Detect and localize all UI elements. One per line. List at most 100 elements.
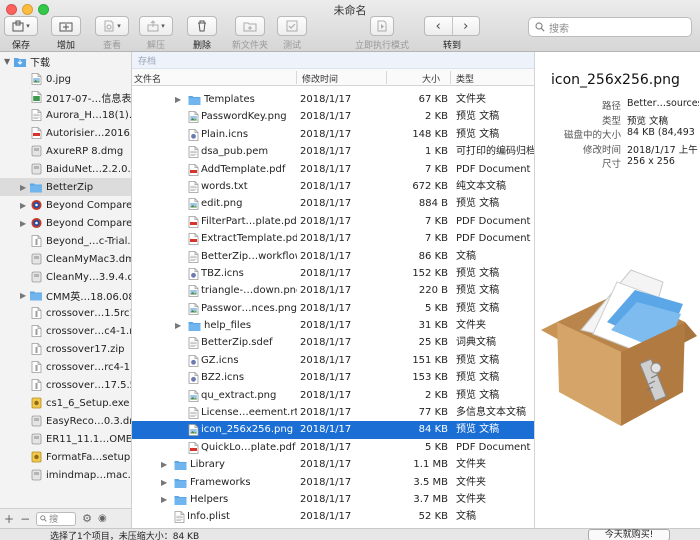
file-kind: 预览 文稿 <box>456 285 500 297</box>
folder-icon <box>30 289 42 301</box>
toolbar-button-extract[interactable]: ▾ <box>139 16 173 36</box>
file-row[interactable]: ▶ Frameworks 2018/1/17 3.5 MB 文件夹 <box>132 474 534 491</box>
sidebar-item[interactable]: cs1_6_Setup.exe <box>0 394 131 412</box>
toolbar-button-run-now[interactable] <box>370 16 394 36</box>
sidebar-item[interactable]: ▶ BetterZip <box>0 178 131 196</box>
disclosure-triangle-icon[interactable]: ▶ <box>20 219 26 228</box>
buy-now-button[interactable]: 今天就购买! <box>588 529 670 540</box>
text-file-icon <box>188 146 199 159</box>
disclosure-triangle-icon[interactable]: ▶ <box>161 474 167 491</box>
toolbar-button-view[interactable]: ▾ <box>95 16 129 36</box>
file-row[interactable]: ▶ help_files 2018/1/17 31 KB 文件夹 <box>132 317 534 334</box>
column-size[interactable]: 大小 <box>422 72 440 85</box>
search-field[interactable]: 搜索 <box>528 17 692 37</box>
sidebar-item[interactable]: crossover…17.5.5.z <box>0 376 131 394</box>
column-name[interactable]: 文件名 <box>134 72 161 85</box>
disclosure-triangle-icon[interactable]: ▶ <box>20 183 26 192</box>
file-row[interactable]: GZ.icns 2018/1/17 151 KB 预览 文稿 <box>132 352 534 369</box>
toolbar-item-view[interactable]: ▾ 查看 <box>90 16 134 52</box>
sidebar-item[interactable]: crossover17.zip <box>0 340 131 358</box>
file-row[interactable]: icon_256x256.png 2018/1/17 84 KB 预览 文稿 <box>132 421 534 439</box>
file-row[interactable]: ▶ Library 2018/1/17 1.1 MB 文件夹 <box>132 456 534 473</box>
disclosure-triangle-icon[interactable]: ▶ <box>20 291 26 300</box>
toolbar-button-save[interactable]: ▾ <box>4 16 38 36</box>
toolbar-item-test[interactable]: 测试 <box>270 16 314 52</box>
file-row[interactable]: triangle-…down.png 2018/1/17 220 B 预览 文稿 <box>132 282 534 299</box>
file-row[interactable]: Plain.icns 2018/1/17 148 KB 预览 文稿 <box>132 126 534 143</box>
eye-icon[interactable]: ◉ <box>98 513 107 524</box>
file-row[interactable]: FilterPart…plate.pdf 2018/1/17 7 KB PDF Doc… <box>132 213 534 230</box>
file-row[interactable]: License…eement.rtf 2018/1/17 77 KB 多信息文本文稿 <box>132 404 534 421</box>
file-row[interactable]: edit.png 2018/1/17 884 B 预览 文稿 <box>132 195 534 212</box>
forward-arrow-icon[interactable]: › <box>451 17 480 35</box>
disclosure-triangle-icon[interactable]: ▶ <box>20 201 26 210</box>
toolbar-button-add[interactable] <box>51 16 81 36</box>
toolbar-item-new-folder[interactable]: 新文件夹 <box>224 16 276 52</box>
toolbar-item-save[interactable]: ▾ 保存 <box>2 16 40 52</box>
toolbar-item-add[interactable]: 增加 <box>44 16 88 52</box>
file-row[interactable]: Passwor…nces.png 2018/1/17 5 KB 预览 文稿 <box>132 300 534 317</box>
sidebar-item[interactable]: FormatFa…setup.e <box>0 448 131 466</box>
file-row[interactable]: dsa_pub.pem 2018/1/17 1 KB 可打印的编码归档 <box>132 143 534 160</box>
sidebar-item[interactable]: CleanMy…3.9.4.dm <box>0 268 131 286</box>
toolbar-item-nav-arrows[interactable]: ‹ › 转到 <box>420 16 484 52</box>
sidebar-item[interactable]: Aurora_H…18(1).dr <box>0 106 131 124</box>
toolbar-item-run-now[interactable]: 立即执行模式 <box>352 16 412 52</box>
sidebar-item[interactable]: crossover…1.5rc1.z <box>0 304 131 322</box>
run-now-icon <box>376 20 388 32</box>
sidebar-item[interactable]: ER11_11.1…OME.dm <box>0 430 131 448</box>
file-row[interactable]: BZ2.icns 2018/1/17 153 KB 预览 文稿 <box>132 369 534 386</box>
file-row[interactable]: ExtractTemplate.pdf 2018/1/17 7 KB PDF Docu… <box>132 230 534 247</box>
disclosure-triangle-icon[interactable]: ▶ <box>175 317 181 334</box>
file-row[interactable]: words.txt 2018/1/17 672 KB 纯文本文稿 <box>132 178 534 195</box>
remove-icon[interactable]: − <box>20 512 30 526</box>
sidebar-item[interactable]: ▶ Beyond Compare 2 <box>0 214 131 232</box>
disclosure-triangle-icon[interactable]: ▶ <box>175 91 181 108</box>
sidebar-item[interactable]: ▶ CMM英…18.06.08 <box>0 286 131 304</box>
preview-field-value: 预览 文稿 <box>627 115 669 127</box>
sidebar-item[interactable]: CleanMyMac3.dmg <box>0 250 131 268</box>
sidebar-item[interactable]: crossover…c4-1.rp <box>0 322 131 340</box>
disclosure-triangle-icon[interactable]: ▶ <box>161 456 167 473</box>
toolbar-label: 转到 <box>442 41 461 51</box>
disclosure-triangle-icon[interactable]: ▼ <box>4 57 14 66</box>
column-kind[interactable]: 类型 <box>456 72 474 85</box>
file-row[interactable]: QuickLo…plate.pdf 2018/1/17 5 KB PDF Docume… <box>132 439 534 456</box>
file-row[interactable]: BetterZip…workflow 2018/1/17 86 KB 文稿 <box>132 248 534 265</box>
sidebar-item[interactable]: EasyReco…0.3.dm <box>0 412 131 430</box>
sidebar-item[interactable]: 0.jpg <box>0 70 131 88</box>
sidebar-item[interactable]: imindmap…mac.dm <box>0 466 131 484</box>
file-row[interactable]: qu_extract.png 2018/1/17 2 KB 预览 文稿 <box>132 387 534 404</box>
file-row[interactable]: ▶ Helpers 2018/1/17 3.7 MB 文件夹 <box>132 491 534 508</box>
back-arrow-icon[interactable]: ‹ <box>425 17 452 35</box>
toolbar-button-test[interactable] <box>277 16 307 36</box>
sidebar-item[interactable]: BaiduNet…2.2.0.dn <box>0 160 131 178</box>
folder-icon <box>30 181 42 193</box>
file-row[interactable]: PasswordKey.png 2018/1/17 2 KB 预览 文稿 <box>132 108 534 125</box>
file-kind: 预览 文稿 <box>456 372 500 384</box>
sidebar-filter-input[interactable]: 搜 <box>36 511 77 526</box>
disclosure-triangle-icon[interactable]: ▶ <box>161 491 167 508</box>
file-row[interactable]: TBZ.icns 2018/1/17 152 KB 预览 文稿 <box>132 265 534 282</box>
sidebar-item[interactable]: AxureRP 8.dmg <box>0 142 131 160</box>
sidebar-root-downloads[interactable]: ▼ 下载 <box>0 52 131 70</box>
file-size: 151 KB <box>412 354 448 366</box>
sidebar-item[interactable]: Autorisier…2016.pd <box>0 124 131 142</box>
toolbar-item-extract[interactable]: ▾ 解压 <box>134 16 178 52</box>
sidebar-item[interactable]: 2017-07-…信息表.x <box>0 88 131 106</box>
settings-gear-icon[interactable]: ⚙ <box>82 512 92 525</box>
sidebar-item[interactable]: crossover…rc4-1.de <box>0 358 131 376</box>
toolbar-button-trash[interactable] <box>187 16 217 36</box>
betterzip-box-icon <box>541 269 697 426</box>
file-row[interactable]: Info.plist 2018/1/17 52 KB 文稿 <box>132 508 534 525</box>
sidebar-item[interactable]: ▶ Beyond Compare <box>0 196 131 214</box>
nav-arrows[interactable]: ‹ › <box>424 16 480 36</box>
file-row[interactable]: ▶ Templates 2018/1/17 67 KB 文件夹 <box>132 91 534 108</box>
add-icon[interactable]: + <box>4 512 14 526</box>
sidebar-item[interactable]: Beyond_…c-Trial.z <box>0 232 131 250</box>
toolbar-item-trash[interactable]: 删除 <box>180 16 224 52</box>
toolbar-button-new-folder[interactable] <box>235 16 265 36</box>
column-date[interactable]: 修改时间 <box>302 72 338 85</box>
file-row[interactable]: BetterZip.sdef 2018/1/17 25 KB 词典文稿 <box>132 334 534 351</box>
file-row[interactable]: AddTemplate.pdf 2018/1/17 7 KB PDF Document <box>132 161 534 178</box>
